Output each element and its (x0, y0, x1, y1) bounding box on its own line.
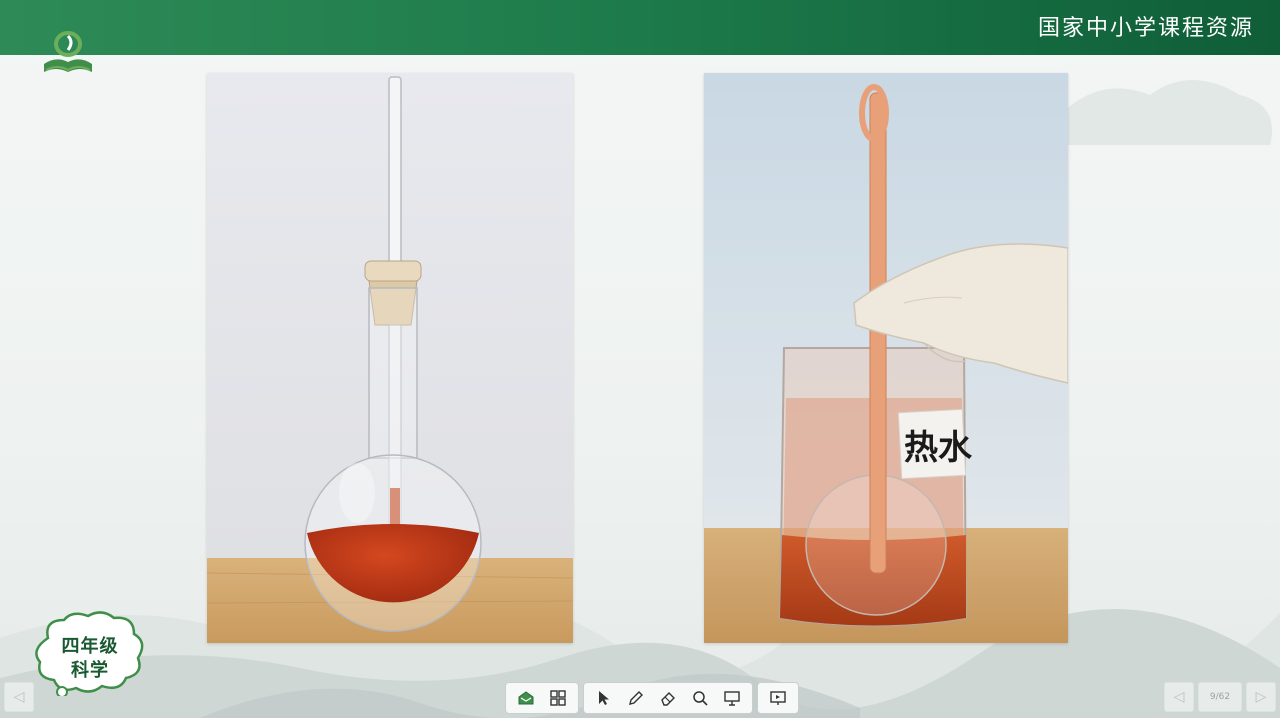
magnifier-icon (693, 691, 708, 706)
page-indicator: 9/62 (1198, 682, 1242, 712)
pointer-icon (599, 691, 609, 705)
cloud-decoration (1060, 80, 1272, 145)
header-bar: 国家中小学课程资源 (0, 0, 1280, 55)
toolbar-group-tools (583, 682, 753, 714)
flask-illustration (207, 73, 573, 643)
toolbar-group-present (757, 682, 799, 714)
nav-right: ◁ 9/62 ▷ (1164, 682, 1276, 712)
pointer-button[interactable] (590, 685, 618, 711)
toolbar-group-view (505, 682, 579, 714)
whiteboard-icon (518, 691, 534, 705)
header-title: 国家中小学课程资源 (1037, 16, 1254, 41)
badge-grade: 四年级 (61, 636, 119, 657)
eraser-icon (661, 692, 675, 706)
presentation-toolbar (505, 682, 799, 714)
present-button[interactable] (764, 685, 792, 711)
pen-button[interactable] (622, 685, 650, 711)
slide-stage: 国家中小学课程资源 热水 四年级 科学 ◁ ◁ 9/62 ▷ (0, 0, 1280, 718)
logo-icon (44, 31, 92, 72)
beaker-photo: 热水 (704, 73, 1068, 643)
grid-icon (550, 690, 566, 706)
pen-icon (629, 691, 643, 705)
magnifier-button[interactable] (686, 685, 714, 711)
badge-subject: 科学 (71, 660, 109, 681)
beaker-illustration: 热水 (704, 73, 1068, 643)
hot-water-label: 热水 (904, 428, 973, 468)
spotlight-icon (724, 691, 740, 706)
grid-view-button[interactable] (544, 685, 572, 711)
present-icon (770, 691, 786, 705)
prev-page-button[interactable]: ◁ (4, 682, 34, 712)
eraser-button[interactable] (654, 685, 682, 711)
next-slide-button[interactable]: ▷ (1246, 682, 1276, 712)
nav-left: ◁ (4, 682, 34, 712)
spotlight-button[interactable] (718, 685, 746, 711)
whiteboard-button[interactable] (512, 685, 540, 711)
prev-slide-button[interactable]: ◁ (1164, 682, 1194, 712)
grade-badge: 四年级 科学 (30, 608, 150, 698)
flask-photo (207, 73, 573, 643)
